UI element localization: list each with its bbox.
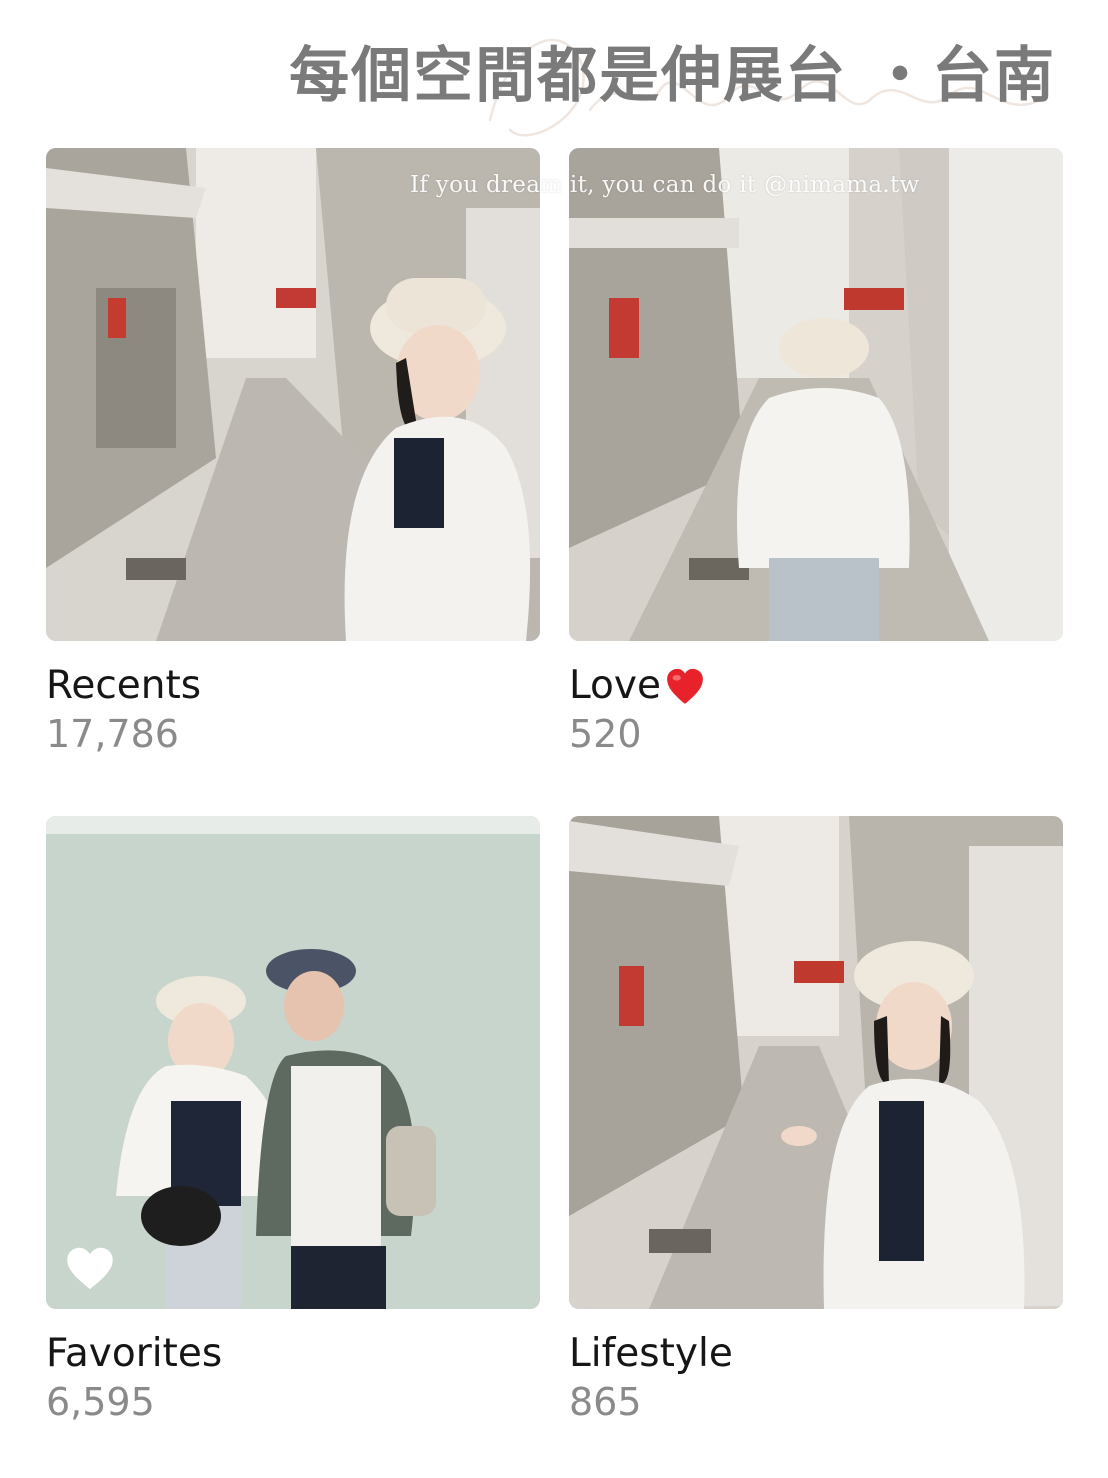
album-favorites[interactable]: Favorites 6,595 bbox=[46, 816, 540, 1425]
album-thumbnail[interactable] bbox=[569, 816, 1063, 1309]
alley-photo bbox=[569, 816, 1063, 1309]
album-name: Lifestyle bbox=[569, 1331, 733, 1376]
album-count: 6,595 bbox=[46, 1380, 155, 1424]
photo-watermark-text: If you dream it, you can do it @nimama.t… bbox=[410, 172, 920, 198]
alley-photo bbox=[569, 148, 1063, 641]
album-thumbnail[interactable] bbox=[569, 148, 1063, 641]
album-name: Love bbox=[569, 663, 1063, 709]
page-title: 每個空間都是伸展台 ・台南 bbox=[289, 41, 1056, 111]
alley-photo bbox=[46, 148, 540, 641]
album-count: 17,786 bbox=[46, 712, 179, 756]
heart-icon bbox=[67, 1247, 113, 1290]
album-love[interactable]: Love 520 bbox=[569, 148, 1063, 757]
album-count: 520 bbox=[569, 712, 642, 756]
album-name-text: Love bbox=[569, 663, 661, 708]
album-name: Recents bbox=[46, 663, 202, 708]
album-recents[interactable]: Recents 17,786 bbox=[46, 148, 540, 757]
album-count: 865 bbox=[569, 1380, 642, 1424]
couple-photo bbox=[46, 816, 540, 1309]
album-name: Favorites bbox=[46, 1331, 223, 1376]
album-thumbnail[interactable] bbox=[46, 816, 540, 1309]
red-heart-emoji-icon bbox=[667, 668, 703, 704]
album-lifestyle[interactable]: Lifestyle 865 bbox=[569, 816, 1063, 1425]
album-thumbnail[interactable] bbox=[46, 148, 540, 641]
